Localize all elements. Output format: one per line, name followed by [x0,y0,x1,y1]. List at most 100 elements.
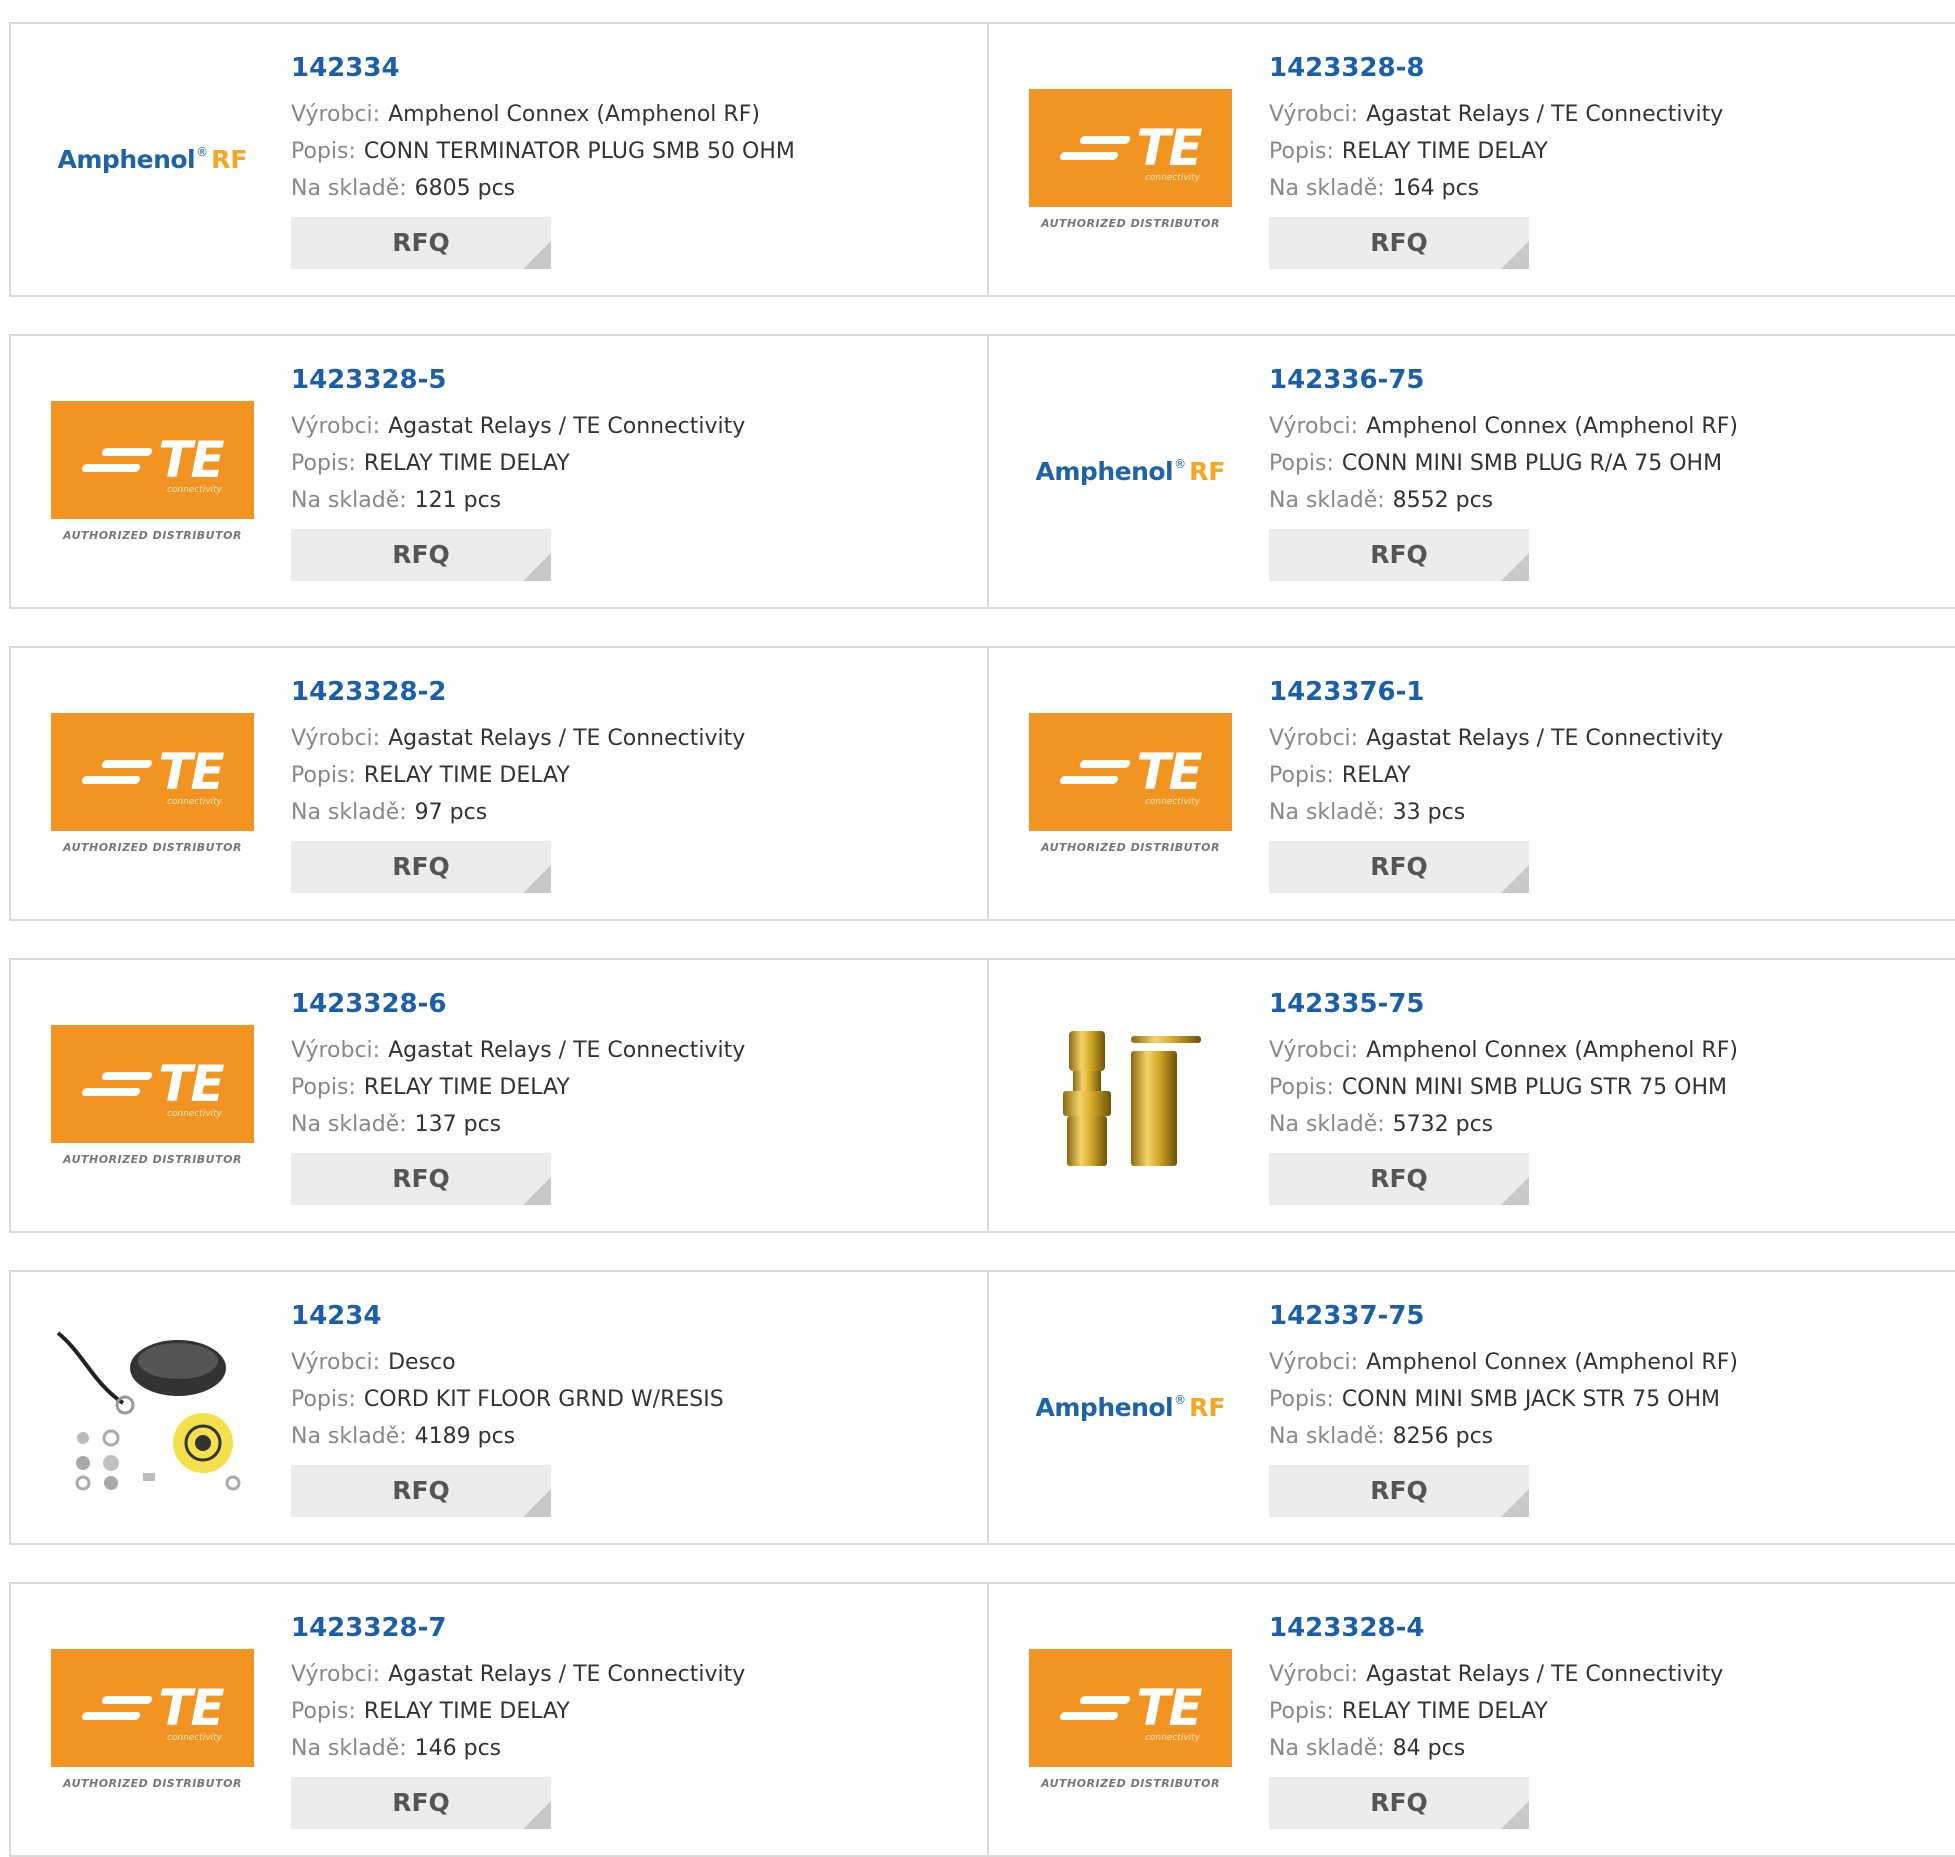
description-label: Popis: [1269,138,1334,164]
manufacturer-value: Agastat Relays / TE Connectivity [1366,1661,1724,1687]
part-number-link[interactable]: 1423328-7 [291,1612,745,1646]
stock-value: 6805 pcs [414,175,516,201]
part-number-link[interactable]: 142335-75 [1269,988,1738,1022]
manufacturer-row: Výrobci: Desco [291,1344,724,1381]
description-value: CONN TERMINATOR PLUG SMB 50 OHM [363,138,795,164]
description-row: Popis: RELAY TIME DELAY [291,1069,745,1106]
part-number-link[interactable]: 142336-75 [1269,364,1738,398]
description-row: Popis: RELAY TIME DELAY [291,445,745,482]
stock-row: Na skladě: 84 pcs [1269,1730,1723,1767]
authorized-distributor-label: AUTHORIZED DISTRIBUTOR [63,1777,242,1790]
product-image[interactable]: Amphenol ® RF [1029,387,1232,557]
rfq-button[interactable]: RFQ [291,528,551,581]
manufacturer-row: Výrobci: Agastat Relays / TE Connectivity [1269,1656,1723,1693]
stock-row: Na skladě: 4189 pcs [291,1418,724,1455]
product-image[interactable] [1029,1011,1232,1181]
stock-row: Na skladě: 164 pcs [1269,170,1723,207]
manufacturer-row: Výrobci: Amphenol Connex (Amphenol RF) [1269,408,1738,445]
rfq-button[interactable]: RFQ [291,1152,551,1205]
description-value: RELAY TIME DELAY [1341,138,1548,164]
rfq-label: RFQ [392,1476,450,1506]
stock-value: 33 pcs [1392,799,1466,825]
te-connectivity-logo: TE connectivity AUTHORIZED DISTRIBUTOR [51,713,254,854]
authorized-distributor-label: AUTHORIZED DISTRIBUTOR [1041,841,1220,854]
rfq-button[interactable]: RFQ [1269,840,1529,893]
manufacturer-row: Výrobci: Agastat Relays / TE Connectivity [291,408,745,445]
description-label: Popis: [1269,1074,1334,1100]
manufacturer-value: Amphenol Connex (Amphenol RF) [388,101,760,127]
manufacturer-value: Agastat Relays / TE Connectivity [388,1661,746,1687]
part-number-link[interactable]: 1423328-2 [291,676,745,710]
corner-fold-icon [1501,552,1529,581]
part-number-link[interactable]: 1423328-8 [1269,52,1723,86]
description-value: CONN MINI SMB JACK STR 75 OHM [1341,1386,1720,1412]
part-number-link[interactable]: 142334 [291,52,795,86]
corner-fold-icon [523,240,551,269]
part-number-link[interactable]: 142337-75 [1269,1300,1738,1334]
product-image[interactable]: TE connectivity AUTHORIZED DISTRIBUTOR [1029,699,1232,869]
part-number-link[interactable]: 1423328-4 [1269,1612,1723,1646]
rfq-button[interactable]: RFQ [291,1776,551,1829]
manufacturer-value: Amphenol Connex (Amphenol RF) [1366,1349,1738,1375]
stock-row: Na skladě: 121 pcs [291,482,745,519]
manufacturer-label: Výrobci: [1269,725,1359,751]
manufacturer-row: Výrobci: Amphenol Connex (Amphenol RF) [1269,1344,1738,1381]
part-number-link[interactable]: 14234 [291,1300,724,1334]
rfq-button[interactable]: RFQ [1269,1464,1529,1517]
product-image[interactable]: TE connectivity AUTHORIZED DISTRIBUTOR [51,699,254,869]
description-label: Popis: [1269,450,1334,476]
product-card: TE connectivity AUTHORIZED DISTRIBUTOR 1… [987,22,1955,297]
stock-row: Na skladě: 8552 pcs [1269,482,1738,519]
stock-label: Na skladě: [1269,1735,1385,1761]
product-card: TE connectivity AUTHORIZED DISTRIBUTOR 1… [9,958,989,1233]
product-card: TE connectivity AUTHORIZED DISTRIBUTOR 1… [9,646,989,921]
product-image[interactable]: TE connectivity AUTHORIZED DISTRIBUTOR [1029,1635,1232,1805]
rfq-button[interactable]: RFQ [1269,1152,1529,1205]
description-value: RELAY TIME DELAY [363,1698,570,1724]
rfq-button[interactable]: RFQ [291,840,551,893]
stock-label: Na skladě: [1269,799,1385,825]
product-image[interactable]: TE connectivity AUTHORIZED DISTRIBUTOR [51,1635,254,1805]
cord-kit-photo [56,1330,240,1490]
product-image[interactable]: Amphenol ® RF [51,75,254,245]
stock-value: 84 pcs [1392,1735,1466,1761]
description-label: Popis: [291,450,356,476]
part-number-link[interactable]: 1423376-1 [1269,676,1723,710]
stock-value: 4189 pcs [414,1423,516,1449]
product-image[interactable]: Amphenol ® RF [1029,1323,1232,1493]
manufacturer-label: Výrobci: [291,1037,381,1063]
stock-value: 164 pcs [1392,175,1480,201]
product-image[interactable]: TE connectivity AUTHORIZED DISTRIBUTOR [1029,75,1232,245]
rfq-button[interactable]: RFQ [291,1464,551,1517]
connector-photo [1062,1030,1201,1166]
description-label: Popis: [291,138,356,164]
description-row: Popis: CONN MINI SMB JACK STR 75 OHM [1269,1381,1738,1418]
manufacturer-row: Výrobci: Agastat Relays / TE Connectivity [291,720,745,757]
product-image[interactable] [51,1323,254,1493]
product-image[interactable]: TE connectivity AUTHORIZED DISTRIBUTOR [51,387,254,557]
manufacturer-label: Výrobci: [1269,1661,1359,1687]
rfq-button[interactable]: RFQ [291,216,551,269]
corner-fold-icon [1501,1176,1529,1205]
rfq-button[interactable]: RFQ [1269,1776,1529,1829]
stock-row: Na skladě: 146 pcs [291,1730,745,1767]
part-number-link[interactable]: 1423328-6 [291,988,745,1022]
stock-value: 8552 pcs [1392,487,1494,513]
stock-value: 121 pcs [414,487,502,513]
stock-value: 5732 pcs [1392,1111,1494,1137]
description-value: CONN MINI SMB PLUG R/A 75 OHM [1341,450,1723,476]
rfq-label: RFQ [1370,1164,1428,1194]
rfq-button[interactable]: RFQ [1269,528,1529,581]
manufacturer-value: Amphenol Connex (Amphenol RF) [1366,413,1738,439]
authorized-distributor-label: AUTHORIZED DISTRIBUTOR [63,1153,242,1166]
corner-fold-icon [523,1488,551,1517]
stock-label: Na skladě: [291,487,407,513]
manufacturer-label: Výrobci: [291,413,381,439]
manufacturer-value: Amphenol Connex (Amphenol RF) [1366,1037,1738,1063]
part-number-link[interactable]: 1423328-5 [291,364,745,398]
product-image[interactable]: TE connectivity AUTHORIZED DISTRIBUTOR [51,1011,254,1181]
manufacturer-label: Výrobci: [1269,1037,1359,1063]
manufacturer-value: Agastat Relays / TE Connectivity [1366,725,1724,751]
rfq-button[interactable]: RFQ [1269,216,1529,269]
te-connectivity-logo: TE connectivity AUTHORIZED DISTRIBUTOR [51,1025,254,1166]
